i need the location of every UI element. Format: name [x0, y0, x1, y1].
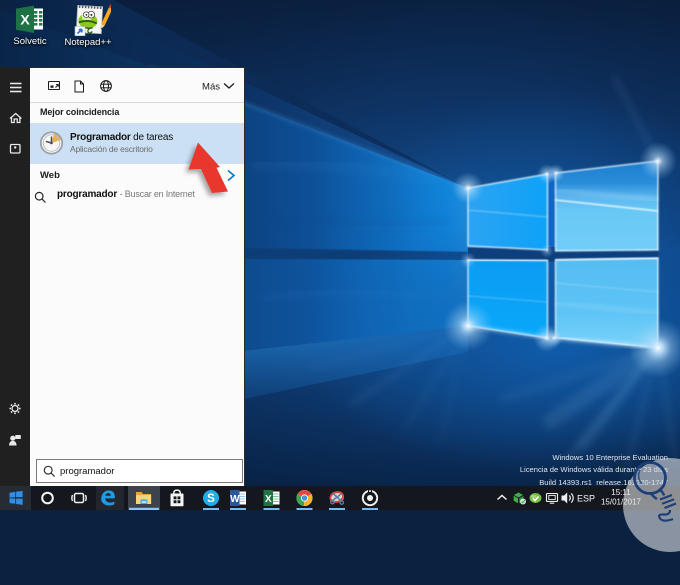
- svg-text:X: X: [20, 12, 30, 28]
- svg-text:Programador de tareas: Programador de tareas: [70, 132, 173, 143]
- svg-text:S: S: [207, 493, 215, 505]
- svg-text:X: X: [265, 494, 272, 505]
- svg-text:Aplicación de escritorio: Aplicación de escritorio: [70, 144, 153, 154]
- svg-text:ESP: ESP: [577, 494, 595, 504]
- svg-text:W: W: [230, 494, 240, 505]
- svg-text:Más: Más: [202, 82, 220, 93]
